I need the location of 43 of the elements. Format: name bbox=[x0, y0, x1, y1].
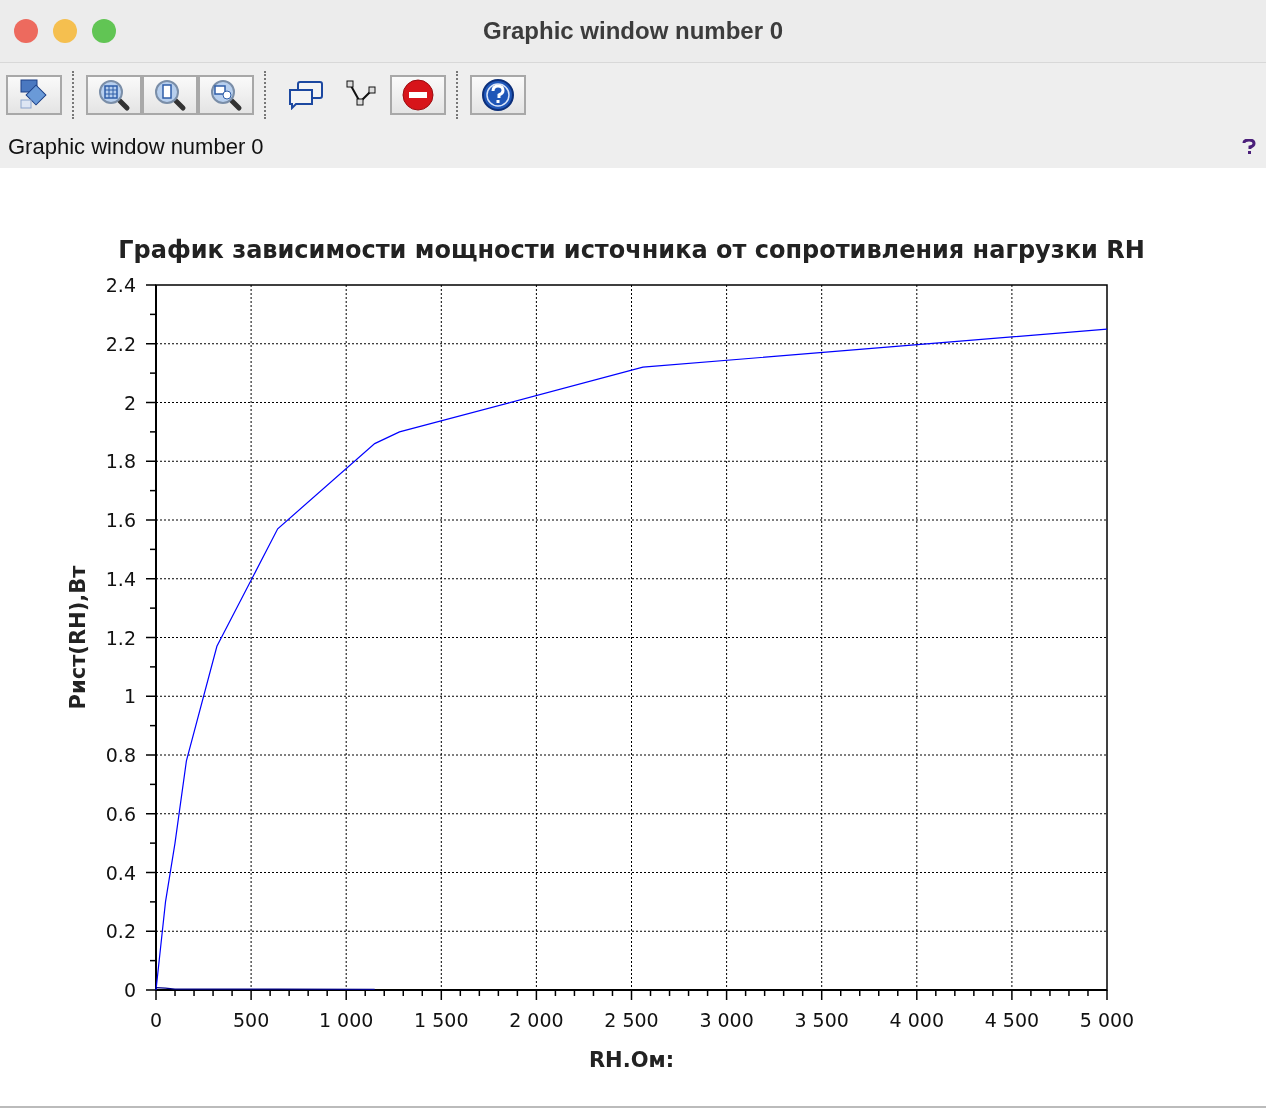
y-tick-label: 0 bbox=[123, 979, 136, 1001]
x-tick-label: 5 000 bbox=[1079, 1009, 1135, 1031]
x-tick-label: 3 000 bbox=[699, 1009, 754, 1031]
y-tick-label: 0.8 bbox=[105, 744, 136, 766]
x-tick-label: 4 000 bbox=[889, 1009, 944, 1031]
figure-label: Graphic window number 0 bbox=[8, 134, 264, 160]
zoom-icon bbox=[97, 77, 131, 112]
y-tick-label: 1 bbox=[123, 685, 136, 708]
zoom-reset-button[interactable] bbox=[142, 74, 198, 115]
rotate-button[interactable] bbox=[6, 74, 62, 115]
y-axis-label: Рист(RH),Вт bbox=[66, 565, 90, 710]
x-axis-label: RH.Ом: bbox=[588, 1048, 675, 1072]
y-tick-label: 1.6 bbox=[105, 509, 136, 531]
x-tick-label: 1 000 bbox=[319, 1009, 374, 1031]
chart-title: График зависимости мощности источника от сопротивления нагрузки RH bbox=[118, 236, 1145, 264]
help-icon bbox=[481, 77, 515, 112]
y-tick-label: 2 bbox=[123, 391, 136, 414]
help-button[interactable] bbox=[470, 74, 526, 115]
y-tick-label: 1.8 bbox=[105, 450, 136, 473]
y-tick-label: 1.2 bbox=[105, 626, 136, 649]
x-tick-label: 3 500 bbox=[794, 1009, 849, 1031]
x-tick-label: 1 500 bbox=[414, 1009, 469, 1031]
y-tick-label: 2.4 bbox=[105, 274, 136, 296]
window-close-button[interactable] bbox=[14, 19, 38, 43]
speech-bubbles-icon bbox=[288, 79, 324, 110]
x-tick-label: 4 500 bbox=[984, 1009, 1040, 1031]
stop-button[interactable] bbox=[390, 74, 446, 115]
zoom-button[interactable] bbox=[86, 74, 142, 115]
window-title: Graphic window number 0 bbox=[482, 17, 783, 44]
stop-icon bbox=[401, 77, 435, 112]
x-tick-label: 2 500 bbox=[604, 1009, 659, 1031]
y-tick-label: 2.2 bbox=[105, 332, 136, 355]
x-tick-label: 2 000 bbox=[509, 1009, 564, 1031]
y-tick-label: 0.2 bbox=[105, 920, 136, 943]
help-icon[interactable] bbox=[1242, 139, 1256, 155]
zoom-area-button[interactable] bbox=[198, 74, 254, 115]
y-tick-label: 0.4 bbox=[105, 861, 136, 884]
x-tick-label: 500 bbox=[232, 1009, 270, 1031]
y-tick-label: 0.6 bbox=[105, 802, 136, 825]
x-tick-label: 0 bbox=[149, 1009, 163, 1031]
zoom-icon bbox=[209, 77, 243, 112]
y-tick-label: 1.4 bbox=[105, 567, 136, 590]
zoom-icon bbox=[153, 77, 187, 112]
